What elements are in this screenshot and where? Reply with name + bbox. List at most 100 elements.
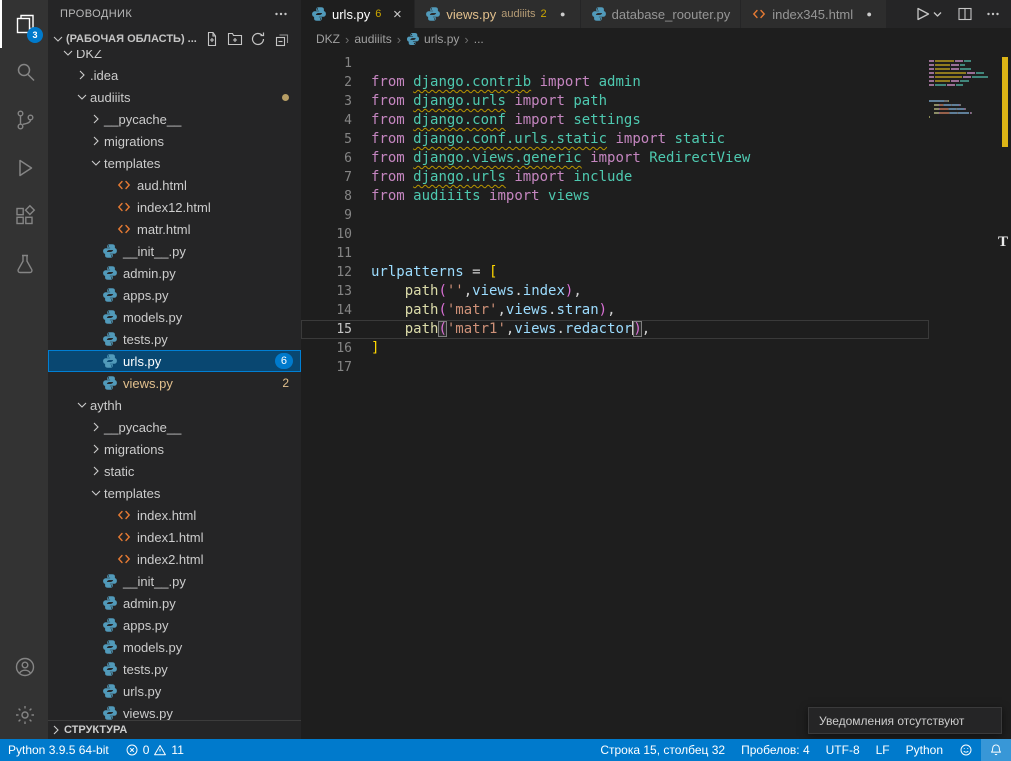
tree-item-urls.py[interactable]: urls.py 6: [48, 350, 301, 372]
activity-run-and-debug[interactable]: [0, 144, 48, 192]
tree-item-__init__.py[interactable]: __init__.py: [48, 570, 301, 592]
breadcrumb-item[interactable]: DKZ: [316, 32, 340, 46]
code-editor[interactable]: 12from django.contrib import admin3from …: [301, 54, 929, 377]
new-file-button[interactable]: [204, 31, 220, 47]
code-line: 7from django.urls import include: [301, 168, 929, 187]
eol-item[interactable]: LF: [868, 739, 898, 761]
run-python-file-button[interactable]: [915, 6, 945, 22]
tree-item-templates[interactable]: templates: [48, 152, 301, 174]
tree-item-admin.py[interactable]: admin.py: [48, 262, 301, 284]
tree-item-migrations[interactable]: migrations: [48, 130, 301, 152]
sidebar-more-actions-icon[interactable]: [273, 6, 289, 22]
more-actions-button[interactable]: [985, 6, 1001, 22]
breadcrumb-item[interactable]: audiiits: [354, 32, 391, 46]
tree-item-templates[interactable]: templates: [48, 482, 301, 504]
tree-item-label: urls.py: [123, 354, 161, 369]
html-icon: [751, 6, 767, 22]
tree-item-migrations[interactable]: migrations: [48, 438, 301, 460]
breadcrumb-item[interactable]: ...: [474, 32, 484, 46]
status-item-label: UTF-8: [826, 743, 860, 757]
tree-item-.idea[interactable]: .idea: [48, 64, 301, 86]
code-line: 16]: [301, 339, 929, 358]
python-icon: [425, 6, 441, 22]
activity-source-control[interactable]: [0, 96, 48, 144]
new-folder-button[interactable]: [227, 31, 243, 47]
tree-item-__init__.py[interactable]: __init__.py: [48, 240, 301, 262]
overview-ruler-warning-marks[interactable]: [1002, 57, 1008, 147]
tab-views.py[interactable]: views.pyaudiiits2●: [415, 0, 580, 28]
tree-item-tests.py[interactable]: tests.py: [48, 658, 301, 680]
tree-item-views.py[interactable]: views.py: [48, 702, 301, 721]
tab-database_roouter.py[interactable]: database_roouter.py: [581, 0, 742, 28]
tree-item-models.py[interactable]: models.py: [48, 306, 301, 328]
tree-item-models.py[interactable]: models.py: [48, 636, 301, 658]
encoding-item[interactable]: UTF-8: [818, 739, 868, 761]
feedback-item[interactable]: [951, 739, 981, 761]
tree-item-admin.py[interactable]: admin.py: [48, 592, 301, 614]
tree-item-static[interactable]: static: [48, 460, 301, 482]
tree-item-index12.html[interactable]: index12.html: [48, 196, 301, 218]
notifications-bell-item[interactable]: [981, 739, 1011, 761]
workspace-section-header[interactable]: (РАБОЧАЯ ОБЛАСТЬ) ...: [48, 28, 301, 50]
chevron-right-icon: [48, 722, 64, 738]
tab-urls.py[interactable]: urls.py6×: [301, 0, 415, 28]
language-mode-item[interactable]: Python: [898, 739, 951, 761]
status-item-label: LF: [876, 743, 890, 757]
tree-item-index1.html[interactable]: index1.html: [48, 526, 301, 548]
warning-icon: [153, 743, 167, 757]
tree-item-label: migrations: [104, 134, 164, 149]
activity-manage[interactable]: [0, 691, 48, 739]
notification-toast[interactable]: Уведомления отсутствуют: [808, 707, 1002, 734]
activity-explorer[interactable]: 3: [0, 0, 48, 48]
outline-section-header[interactable]: СТРУКТУРА: [48, 720, 301, 739]
tree-item-index2.html[interactable]: index2.html: [48, 548, 301, 570]
tree-item-label: tests.py: [123, 332, 168, 347]
code-line: 6from django.views.generic import Redire…: [301, 149, 929, 168]
problems-badge: 6: [275, 353, 293, 369]
search-icon: [13, 60, 37, 84]
sidebar-header: ПРОВОДНИК: [48, 0, 301, 28]
bell-icon: [989, 743, 1003, 757]
collapse-folders-button[interactable]: [273, 31, 289, 47]
minimap-line: [929, 92, 997, 94]
tree-item-apps.py[interactable]: apps.py: [48, 284, 301, 306]
tree-item-tests.py[interactable]: tests.py: [48, 328, 301, 350]
tree-item-index.html[interactable]: index.html: [48, 504, 301, 526]
tree-item-__pycache__[interactable]: __pycache__: [48, 416, 301, 438]
split-editor-button[interactable]: [957, 6, 973, 22]
tab-index345.html[interactable]: index345.html●: [741, 0, 887, 28]
tree-item-apps.py[interactable]: apps.py: [48, 614, 301, 636]
chevron-down-icon: [74, 89, 90, 105]
tree-item-matr.html[interactable]: matr.html: [48, 218, 301, 240]
chevron-down-icon: [88, 155, 104, 171]
refresh-explorer-button[interactable]: [250, 31, 266, 47]
problems-item[interactable]: 011: [117, 739, 192, 761]
indentation-item[interactable]: Пробелов: 4: [733, 739, 818, 761]
activity-search[interactable]: [0, 48, 48, 96]
minimap[interactable]: [929, 56, 997, 124]
activity-testing[interactable]: [0, 240, 48, 288]
tree-item-label: audiiits: [90, 90, 130, 105]
run-debug-icon: [13, 156, 37, 180]
tab-bar: urls.py6×views.pyaudiiits2●database_roou…: [301, 0, 1011, 28]
tree-item-__pycache__[interactable]: __pycache__: [48, 108, 301, 130]
python-icon: [102, 639, 118, 655]
python-icon: [102, 595, 118, 611]
tree-item-audiiits[interactable]: audiiits: [48, 86, 301, 108]
close-icon[interactable]: ×: [390, 6, 404, 23]
tree-item-DKZ[interactable]: DKZ: [48, 50, 301, 64]
minimap-line: [929, 96, 997, 98]
tree-item-views.py[interactable]: views.py2: [48, 372, 301, 394]
python-interpreter-item[interactable]: Python 3.9.5 64-bit: [0, 739, 117, 761]
activity-accounts[interactable]: [0, 643, 48, 691]
tree-item-aythh[interactable]: aythh: [48, 394, 301, 416]
activity-extensions[interactable]: [0, 192, 48, 240]
breadcrumb-item[interactable]: urls.py: [406, 32, 459, 46]
tree-item-urls.py[interactable]: urls.py: [48, 680, 301, 702]
python-icon: [102, 353, 118, 369]
tree-item-aud.html[interactable]: aud.html: [48, 174, 301, 196]
cursor-position-item[interactable]: Строка 15, столбец 32: [592, 739, 733, 761]
tab-label: index345.html: [772, 7, 853, 22]
code-line: 2from django.contrib import admin: [301, 73, 929, 92]
code-text: path('matr',views.stran),: [352, 301, 616, 320]
